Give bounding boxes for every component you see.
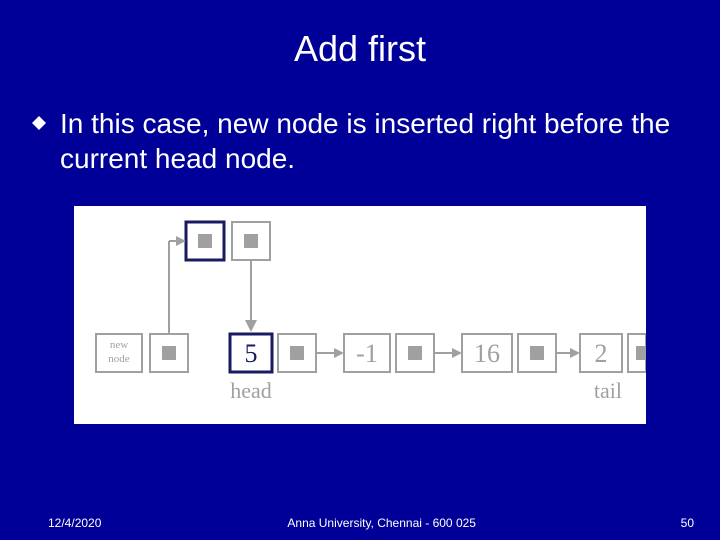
placeholder-square-icon: [162, 346, 176, 360]
placeholder-square-icon: [530, 346, 544, 360]
arrow-right-icon: [570, 348, 580, 358]
node-3-value: 2: [595, 339, 608, 368]
footer-org: Anna University, Chennai - 600 025: [101, 516, 662, 530]
new-node-label-line2: node: [108, 353, 130, 365]
placeholder-square-icon: [290, 346, 304, 360]
node-0-value: 5: [245, 339, 258, 368]
placeholder-square-icon: [408, 346, 422, 360]
body-text: In this case, new node is inserted right…: [60, 106, 672, 176]
page-title: Add first: [0, 0, 720, 70]
node-2-value: 16: [474, 339, 500, 368]
footer-page: 50: [662, 516, 694, 530]
diagram-svg: new node 5 head -1 16: [74, 206, 646, 424]
footer-date: 12/4/2020: [48, 516, 101, 530]
arrow-down-icon: [245, 320, 257, 332]
placeholder-square-icon: [198, 234, 212, 248]
arrow-right-icon: [334, 348, 344, 358]
tail-label: tail: [594, 378, 622, 403]
node-1-value: -1: [356, 339, 378, 368]
bullet-item: In this case, new node is inserted right…: [0, 70, 720, 176]
new-node-label-line1: new: [110, 339, 128, 351]
linked-list-diagram: new node 5 head -1 16: [74, 206, 646, 424]
placeholder-square-icon: [636, 346, 646, 360]
placeholder-square-icon: [244, 234, 258, 248]
footer: 12/4/2020 Anna University, Chennai - 600…: [0, 516, 720, 530]
arrow-right-icon: [452, 348, 462, 358]
head-label: head: [230, 378, 272, 403]
diamond-bullet-icon: [32, 116, 46, 130]
